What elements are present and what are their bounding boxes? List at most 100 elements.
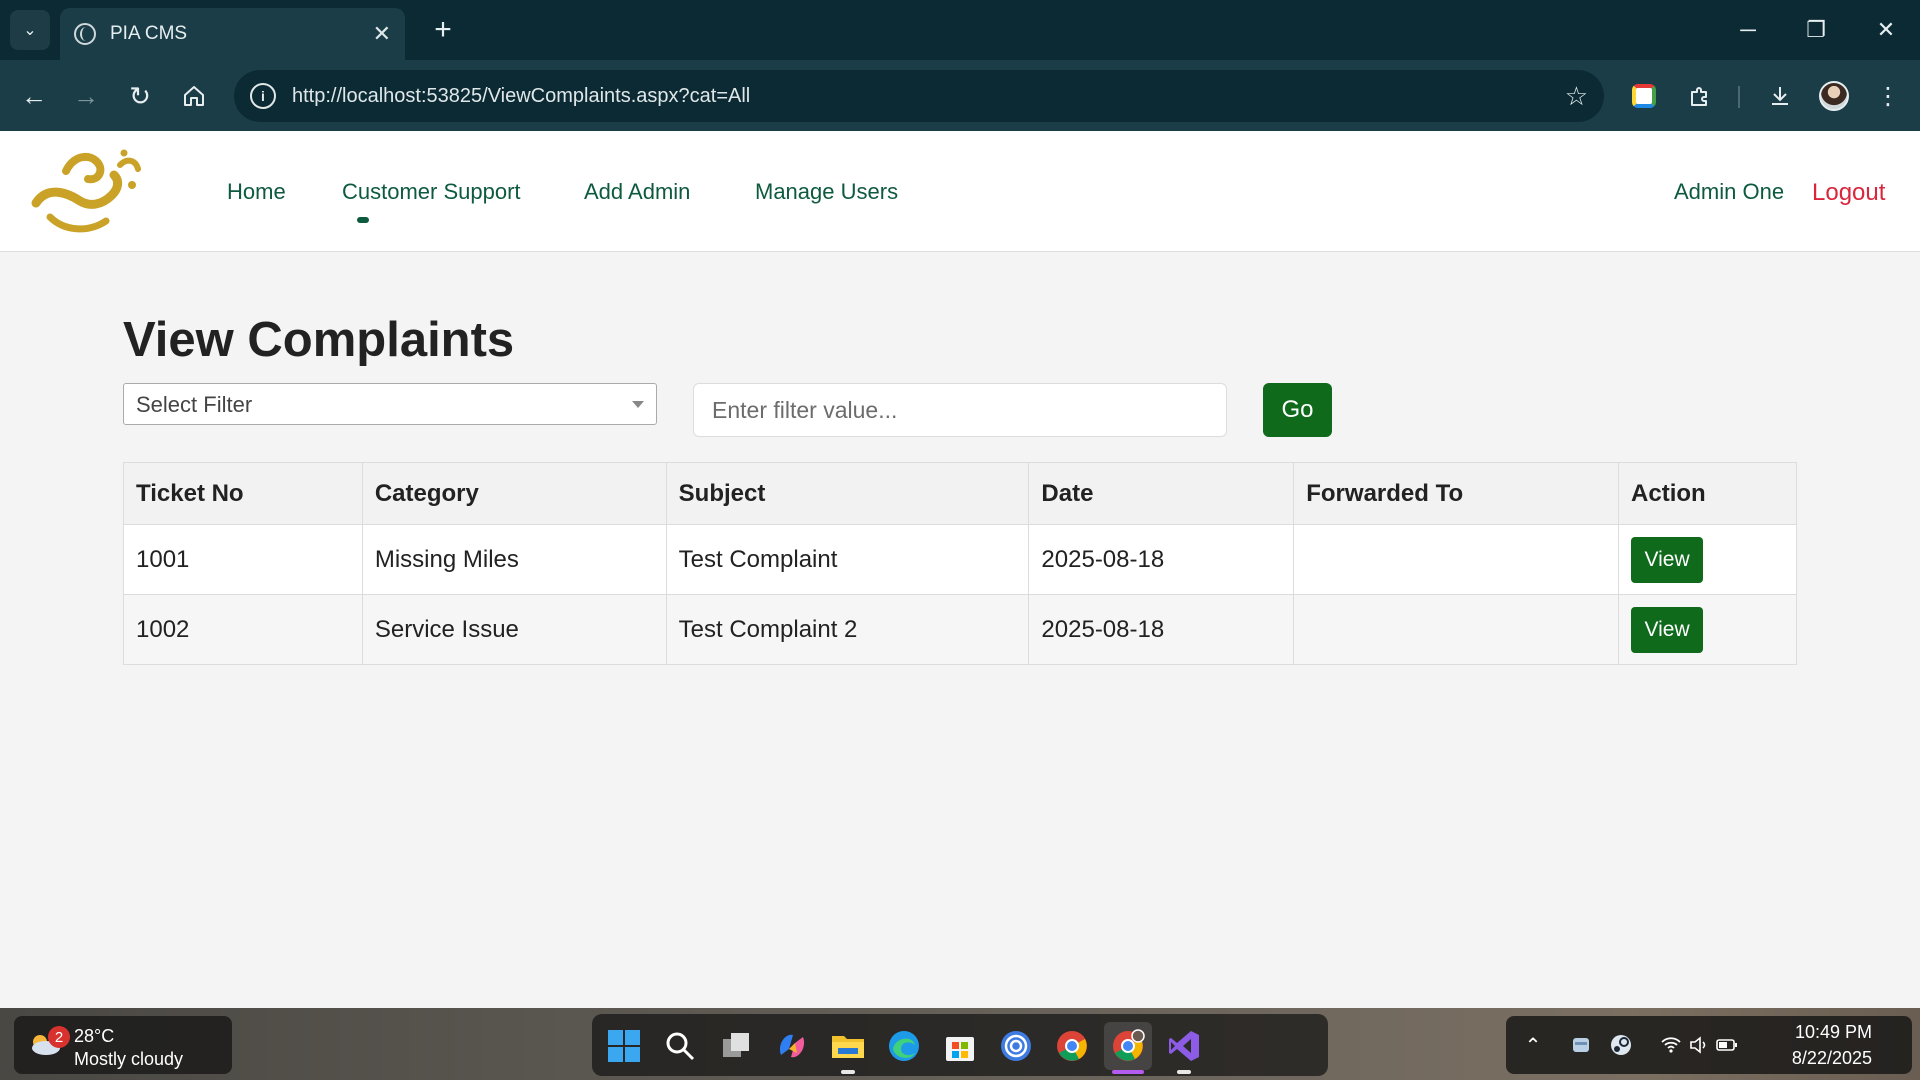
complaints-table: Ticket No Category Subject Date Forwarde… [123, 462, 1797, 665]
visual-studio-button[interactable] [1160, 1022, 1208, 1074]
volume-icon [1690, 1036, 1706, 1054]
ms-store-button[interactable] [936, 1022, 984, 1070]
cloud-storage-icon [1573, 1038, 1589, 1052]
file-explorer-icon [832, 1036, 864, 1058]
clock-time[interactable]: 10:49 PM [1795, 1022, 1872, 1043]
restore-icon: ❐ [1806, 17, 1826, 42]
profile-button[interactable] [1812, 74, 1856, 118]
menu-button[interactable]: ⋮ [1866, 74, 1910, 118]
tab-title: PIA CMS [110, 23, 188, 44]
copilot-button[interactable] [768, 1022, 816, 1070]
weather-widget[interactable]: 2 28°C Mostly cloudy [14, 1016, 232, 1074]
wifi-button[interactable] [1658, 1032, 1684, 1058]
table-header-row: Ticket No Category Subject Date Forwarde… [123, 462, 1797, 525]
column-header-action: Action [1618, 462, 1797, 525]
task-view-button[interactable] [712, 1022, 760, 1070]
pia-logo[interactable] [28, 145, 148, 235]
site-info-icon[interactable]: i [250, 83, 276, 109]
notification-badge: 2 [48, 1026, 70, 1048]
close-tab-icon[interactable]: ✕ [373, 21, 391, 47]
column-header-category: Category [361, 462, 667, 525]
ms-store-icon [946, 1037, 974, 1061]
nav-manage-users[interactable]: Manage Users [755, 179, 898, 205]
restore-button[interactable]: ❐ [1786, 8, 1846, 52]
column-header-subject: Subject [665, 462, 1030, 525]
back-button[interactable]: ← [12, 74, 56, 118]
chrome-active-button[interactable] [1104, 1022, 1152, 1074]
url-text[interactable]: http://localhost:53825/ViewComplaints.as… [292, 85, 1565, 108]
table-row: 1001 Missing Miles Test Complaint 2025-0… [123, 524, 1797, 595]
color-extension-button[interactable] [1622, 74, 1666, 118]
reload-button[interactable]: ↻ [118, 74, 162, 118]
wifi-icon [1661, 1037, 1681, 1053]
cell-forwarded-to [1293, 594, 1620, 665]
new-tab-button[interactable]: + [425, 12, 461, 48]
active-nav-indicator [357, 217, 369, 223]
minimize-icon: ─ [1740, 17, 1756, 42]
cell-date: 2025-08-18 [1028, 594, 1295, 665]
weather-condition: Mostly cloudy [74, 1049, 184, 1069]
filter-select[interactable]: Select Filter [123, 383, 657, 425]
cell-date: 2025-08-18 [1028, 524, 1295, 595]
address-bar[interactable]: i http://localhost:53825/ViewComplaints.… [234, 70, 1604, 122]
logout-link[interactable]: Logout [1812, 179, 1885, 207]
bookmark-star-icon[interactable]: ☆ [1565, 81, 1588, 112]
close-window-button[interactable]: ✕ [1856, 8, 1916, 52]
column-header-forwarded-to: Forwarded To [1293, 462, 1620, 525]
view-button[interactable]: View [1631, 536, 1704, 583]
windows-start-icon [608, 1030, 640, 1062]
chevron-up-icon: ⌃ [1524, 1034, 1542, 1057]
toolbar-separator [1738, 86, 1740, 108]
chrome-profile-icon [1113, 1029, 1145, 1061]
globe-icon [74, 23, 96, 45]
nav-customer-support[interactable]: Customer Support [342, 179, 521, 205]
arrow-right-icon: → [73, 80, 99, 111]
cell-subject: Test Complaint 2 [665, 594, 1030, 665]
current-user-name: Admin One [1674, 179, 1785, 204]
minimize-button[interactable]: ─ [1718, 8, 1778, 52]
filter-value-input[interactable] [693, 383, 1227, 437]
windows-taskbar: 2 28°C Mostly cloudy ⌃ 10:49 PM 8/22/202… [0, 1008, 1920, 1080]
more-vertical-icon: ⋮ [1876, 82, 1900, 110]
temperature: 28°C [74, 1026, 115, 1046]
view-button[interactable]: View [1631, 606, 1704, 653]
cell-action: View [1618, 594, 1797, 665]
dropdown-caret-icon [632, 401, 644, 408]
chrome-button[interactable] [1048, 1022, 1096, 1070]
file-explorer-button[interactable] [824, 1022, 872, 1074]
start-button[interactable] [600, 1022, 648, 1070]
system-tray: ⌃ 10:49 PM 8/22/2025 [1506, 1016, 1912, 1074]
taskbar-search-button[interactable] [656, 1022, 704, 1070]
visual-studio-icon [1169, 1031, 1199, 1061]
tray-app-button[interactable] [1568, 1032, 1594, 1058]
volume-button[interactable] [1686, 1032, 1712, 1058]
chrome-icon [1057, 1031, 1087, 1061]
arrow-left-icon: ← [21, 80, 47, 111]
edge-icon [889, 1031, 919, 1061]
home-button[interactable] [172, 74, 216, 118]
airdrop-button[interactable] [992, 1022, 1040, 1070]
active-indicator [1112, 1070, 1144, 1074]
battery-button[interactable] [1714, 1032, 1740, 1058]
go-button[interactable]: Go [1263, 383, 1332, 437]
browser-tab[interactable]: PIA CMS ✕ [60, 8, 405, 60]
downloads-button[interactable] [1758, 74, 1802, 118]
table-row: 1002 Service Issue Test Complaint 2 2025… [123, 594, 1797, 665]
close-icon: ✕ [1876, 17, 1896, 42]
tab-search-button[interactable]: ⌄ [10, 10, 50, 50]
nav-home[interactable]: Home [227, 179, 286, 205]
edge-button[interactable] [880, 1022, 928, 1070]
avatar [1819, 81, 1849, 111]
show-hidden-icons-button[interactable]: ⌃ [1520, 1032, 1546, 1058]
cell-subject: Test Complaint [665, 524, 1030, 595]
steam-button[interactable] [1608, 1032, 1634, 1058]
task-view-icon [723, 1033, 749, 1057]
clock-date[interactable]: 8/22/2025 [1792, 1048, 1872, 1069]
reload-icon: ↻ [129, 80, 151, 111]
forward-button[interactable]: → [64, 74, 108, 118]
extensions-button[interactable] [1678, 74, 1722, 118]
cell-ticket-no: 1001 [123, 524, 363, 595]
puzzle-icon [1691, 87, 1707, 106]
nav-add-admin[interactable]: Add Admin [584, 179, 690, 205]
color-picker-icon [1632, 84, 1656, 108]
